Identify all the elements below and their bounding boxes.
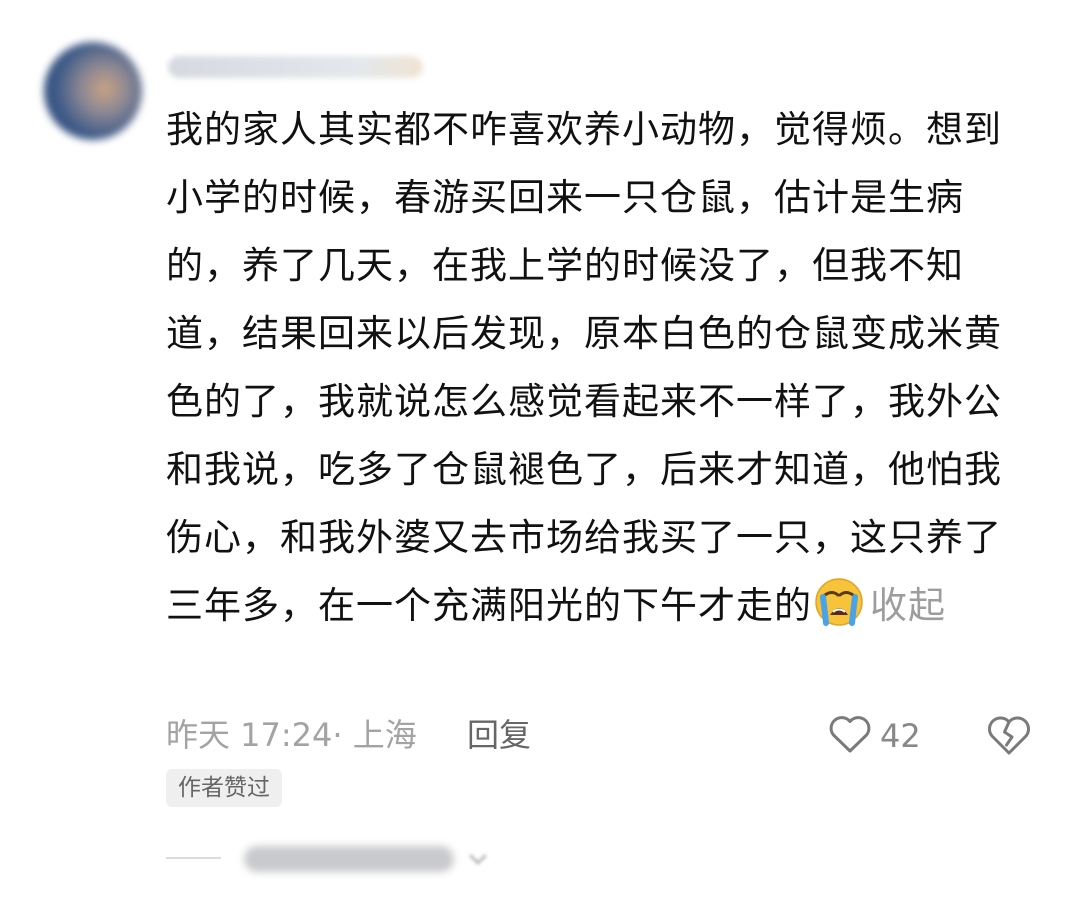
comment-meta: 昨天 17:24· 上海	[166, 716, 417, 754]
heart-outline-icon	[828, 714, 872, 758]
divider	[166, 857, 221, 859]
like-button[interactable]: 42	[828, 712, 921, 760]
broken-heart-outline-icon	[986, 716, 1032, 761]
comment-text: 我的家人其实都不咋喜欢养小动物，觉得烦。想到小学的时候，春游买回来一只仓鼠，估计…	[166, 108, 1002, 627]
expand-replies-label-blurred	[244, 846, 454, 872]
author-liked-badge: 作者赞过	[166, 769, 282, 807]
username-blurred[interactable]	[168, 56, 423, 78]
loudly-crying-face-icon	[814, 577, 864, 627]
chevron-down-icon	[466, 847, 490, 871]
dislike-button[interactable]	[986, 713, 1032, 759]
reply-button[interactable]: 回复	[467, 710, 531, 760]
collapse-link[interactable]: 收起	[870, 584, 946, 627]
comment-body: 我的家人其实都不咋喜欢养小动物，觉得烦。想到小学的时候，春游买回来一只仓鼠，估计…	[166, 96, 1036, 640]
expand-replies-link[interactable]	[244, 844, 492, 874]
avatar[interactable]	[44, 42, 142, 140]
like-count: 42	[880, 717, 921, 755]
